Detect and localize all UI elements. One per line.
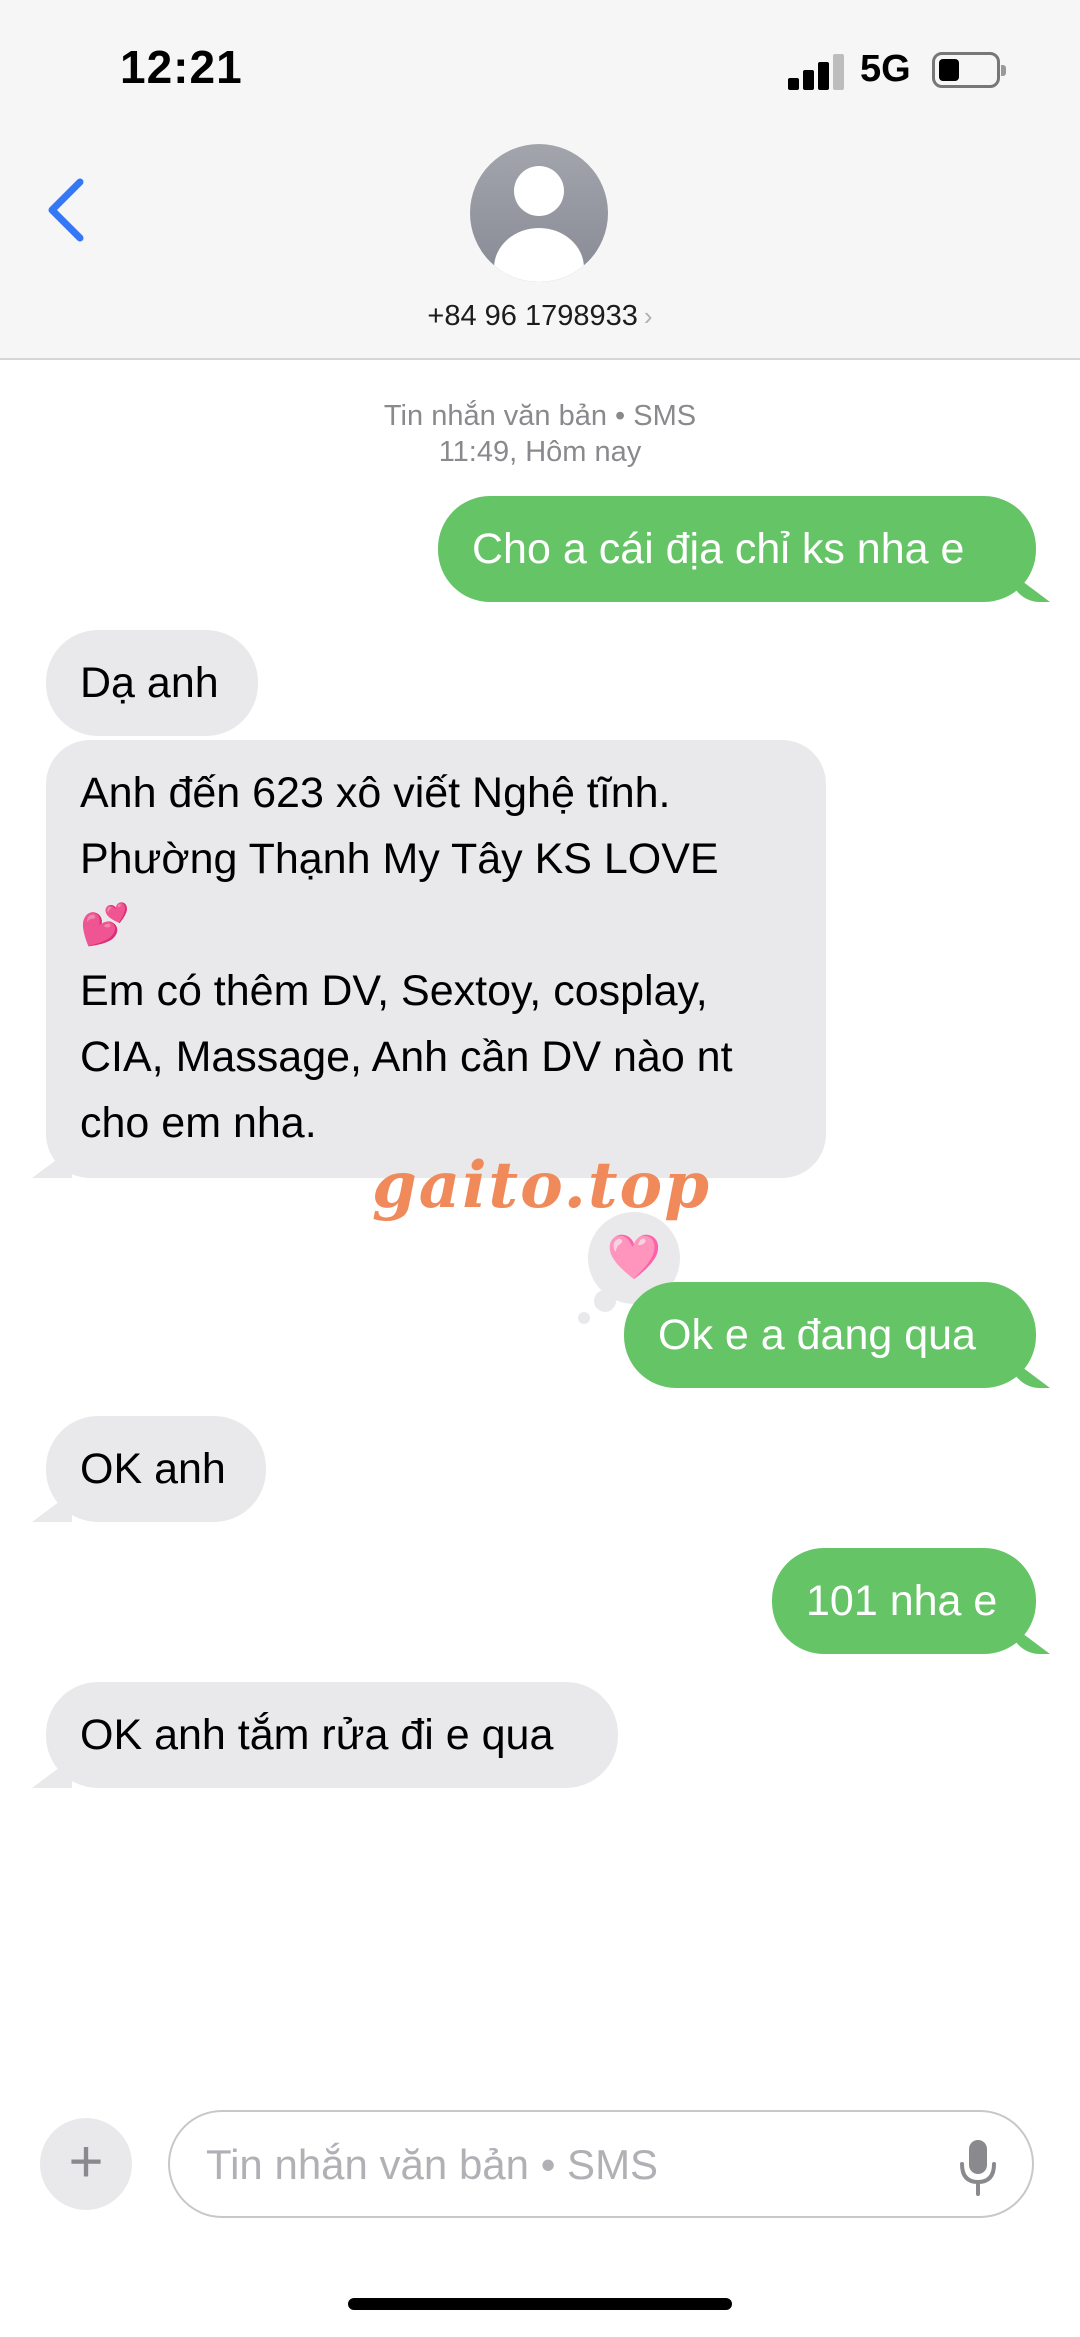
- message-bubble-received[interactable]: Dạ anh: [46, 630, 258, 736]
- status-bar: 12:21 5G: [0, 0, 1080, 130]
- message-line: CIA, Massage, Anh cần DV nào nt: [80, 1033, 733, 1081]
- message-bubble-received[interactable]: OK anh tắm rửa đi e qua: [46, 1682, 618, 1788]
- message-text: 101 nha e: [806, 1577, 998, 1625]
- message-text: Dạ anh: [80, 659, 219, 707]
- message-text: Cho a cái địa chỉ ks nha e: [472, 525, 965, 573]
- message-line: Em có thêm DV, Sextoy, cosplay,: [80, 967, 708, 1015]
- reaction-bubble-dot: [594, 1290, 616, 1312]
- reaction-bubble-dot: [578, 1312, 590, 1324]
- message-type-label: Tin nhắn văn bản • SMS: [383, 400, 697, 432]
- contact-avatar[interactable]: [470, 144, 608, 282]
- message-text: Ok e a đang qua: [658, 1311, 976, 1359]
- message-bubble-sent[interactable]: Ok e a đang qua: [624, 1282, 1036, 1388]
- cellular-signal-icon: [788, 50, 848, 90]
- status-time: 12:21: [120, 41, 243, 93]
- watermark: gaito.top: [372, 1148, 711, 1223]
- message-line: Phường Thạnh My Tây KS LOVE: [80, 835, 719, 883]
- battery-icon: [932, 52, 1006, 88]
- message-composer[interactable]: [168, 2110, 1034, 2218]
- home-indicator[interactable]: [348, 2298, 732, 2310]
- contact-number: +84 96 1798933: [427, 300, 638, 332]
- message-text: OK anh tắm rửa đi e qua: [80, 1711, 554, 1759]
- add-attachment-button[interactable]: +: [40, 2118, 132, 2210]
- message-bubble-received[interactable]: Anh đến 623 xô viết Nghệ tĩnh. Phường Th…: [46, 740, 826, 1178]
- two-hearts-emoji: 💕: [80, 903, 130, 947]
- network-type: 5G: [860, 48, 911, 90]
- conversation-header: +84 96 1798933 ›: [0, 130, 1080, 360]
- message-text: OK anh: [80, 1445, 226, 1493]
- message-timestamp: 11:49, Hôm nay: [438, 436, 642, 468]
- message-meta: Tin nhắn văn bản • SMS 11:49, Hôm nay: [0, 398, 1080, 470]
- message-line: Anh đến 623 xô viết Nghệ tĩnh.: [80, 769, 671, 817]
- message-bubble-sent[interactable]: 101 nha e: [772, 1548, 1036, 1654]
- message-bubble-received[interactable]: OK anh: [46, 1416, 266, 1522]
- message-input[interactable]: [204, 2126, 928, 2204]
- back-chevron-icon[interactable]: [40, 170, 100, 250]
- contact-name[interactable]: +84 96 1798933 ›: [0, 300, 1080, 333]
- chevron-right-icon: ›: [643, 301, 653, 331]
- message-bubble-sent[interactable]: Cho a cái địa chỉ ks nha e: [438, 496, 1036, 602]
- microphone-icon[interactable]: [958, 2138, 998, 2196]
- message-line: cho em nha.: [80, 1099, 317, 1147]
